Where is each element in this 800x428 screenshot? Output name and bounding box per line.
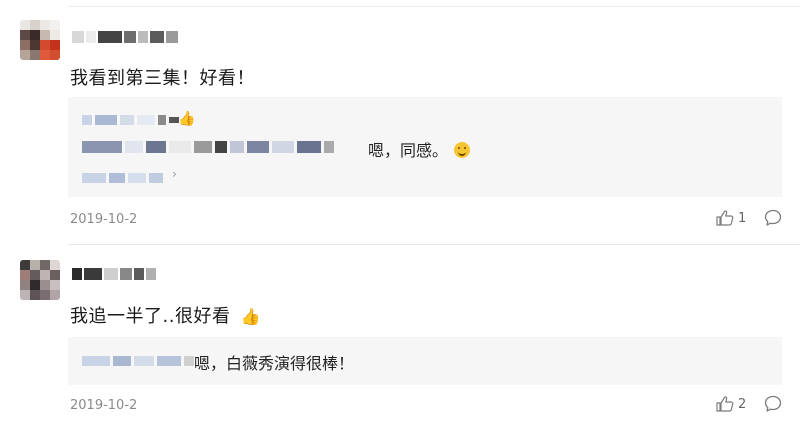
like-count: 2 — [738, 396, 747, 412]
reply-more-blurred — [82, 173, 163, 183]
like-button[interactable]: 2 — [716, 396, 746, 412]
comment-text: 我看到第三集！好看！ — [70, 68, 255, 89]
reply-emoji-badge: 👍 — [178, 111, 196, 127]
like-count: 1 — [738, 210, 747, 226]
avatar[interactable] — [20, 260, 60, 300]
username-blurred[interactable] — [72, 268, 156, 280]
top-divider — [68, 6, 800, 7]
reply-text: 嗯，白薇秀演得很棒！ — [194, 354, 355, 373]
comment-text-content: 我追一半了..很好看 — [70, 306, 231, 327]
chevron-right-icon[interactable]: › — [172, 167, 177, 181]
reply-comment-button[interactable] — [764, 395, 782, 417]
reply-text-content: 嗯，同感。 — [368, 141, 449, 160]
reply-username-blurred — [82, 115, 179, 125]
comment-date: 2019-10-2 — [70, 212, 138, 227]
like-button[interactable]: 1 — [716, 210, 746, 226]
thumbs-up-emoji-icon: 👍 — [240, 307, 262, 326]
speech-bubble-icon — [764, 209, 782, 226]
thumbs-up-outline-icon — [716, 396, 734, 412]
reply-text: 嗯，同感。 — [368, 137, 471, 161]
username-blurred[interactable] — [72, 31, 178, 43]
reply-username-blurred — [82, 356, 194, 366]
comment-divider — [68, 244, 800, 245]
comment-text: 我追一半了..很好看 👍 — [70, 302, 261, 328]
avatar-pixelated-image — [20, 260, 60, 300]
reply-comment-button[interactable] — [764, 209, 782, 231]
avatar-pixelated-image — [20, 20, 60, 60]
thumbs-up-outline-icon — [716, 210, 734, 226]
speech-bubble-icon — [764, 395, 782, 412]
comment-date: 2019-10-2 — [70, 398, 138, 413]
smile-emoji-icon — [454, 142, 471, 158]
avatar[interactable] — [20, 20, 60, 60]
reply-box[interactable]: 👍 嗯，同感。 › — [68, 97, 782, 197]
reply-box[interactable]: 嗯，白薇秀演得很棒！ — [68, 337, 782, 385]
reply-text-blurred — [82, 141, 334, 153]
